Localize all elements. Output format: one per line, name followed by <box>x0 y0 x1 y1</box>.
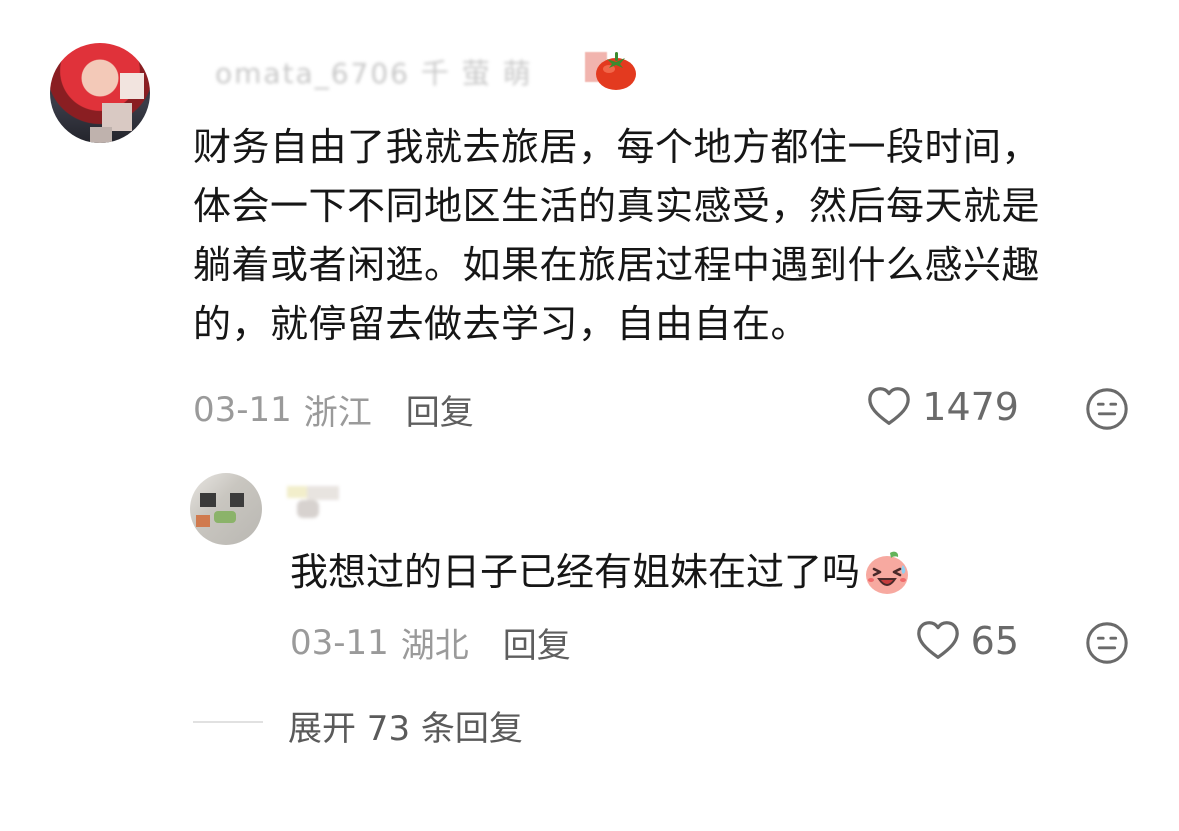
replier-avatar[interactable] <box>190 473 262 545</box>
divider <box>193 721 263 723</box>
reply-meta: 03-11 湖北 回复 <box>290 618 571 667</box>
comment-location: 浙江 <box>303 393 372 433</box>
comment-line: 的，就停留去做去学习，自由自在。 <box>193 302 810 346</box>
tomato-icon <box>596 52 636 90</box>
heart-icon[interactable] <box>915 618 961 664</box>
frown-face-icon[interactable] <box>1084 620 1130 666</box>
comment-line: 体会一下不同地区生活的真实感受，然后每天就是 <box>193 184 1041 228</box>
like-count: 65 <box>970 619 1019 663</box>
comment-thread: omata_6706 千 萤 萌 财务自由了我就去旅居，每个地方都住一段时间， … <box>0 0 1179 831</box>
comment-line: 财务自由了我就去旅居，每个地方都住一段时间， <box>193 125 1041 169</box>
avatar-mosaic <box>90 127 112 143</box>
reply-date: 03-11 <box>290 622 389 663</box>
reply-location: 湖北 <box>400 626 469 666</box>
frown-face-icon[interactable] <box>1084 386 1130 432</box>
avatar-mosaic <box>200 493 216 507</box>
expand-replies-button[interactable]: 展开 73 条回复 <box>288 701 523 750</box>
replier-username[interactable] <box>285 484 345 522</box>
heart-icon[interactable] <box>866 384 912 430</box>
comment-meta: 03-11 浙江 回复 <box>193 385 474 434</box>
reply-button[interactable]: 回复 <box>503 618 571 667</box>
reply-button[interactable]: 回复 <box>406 385 474 434</box>
comment-body: 财务自由了我就去旅居，每个地方都住一段时间， 体会一下不同地区生活的真实感受，然… <box>193 118 1123 354</box>
avatar-mosaic <box>214 511 236 523</box>
laughing-pig-face-icon <box>866 551 909 594</box>
commenter-avatar[interactable] <box>50 43 150 143</box>
avatar-mosaic <box>120 73 144 99</box>
comment-line: 躺着或者闲逛。如果在旅居过程中遇到什么感兴趣 <box>193 243 1041 287</box>
comment-date: 03-11 <box>193 389 292 430</box>
commenter-username[interactable]: omata_6706 千 萤 萌 <box>215 52 533 92</box>
like-count: 1479 <box>922 385 1019 429</box>
avatar-mosaic <box>230 493 244 507</box>
reply-body: 我想过的日子已经有姐妹在过了吗 <box>290 547 912 597</box>
avatar-mosaic <box>196 515 210 527</box>
like-button[interactable]: 1479 <box>866 384 1019 430</box>
reply-text: 我想过的日子已经有姐妹在过了吗 <box>290 550 861 594</box>
like-button[interactable]: 65 <box>915 618 1019 664</box>
